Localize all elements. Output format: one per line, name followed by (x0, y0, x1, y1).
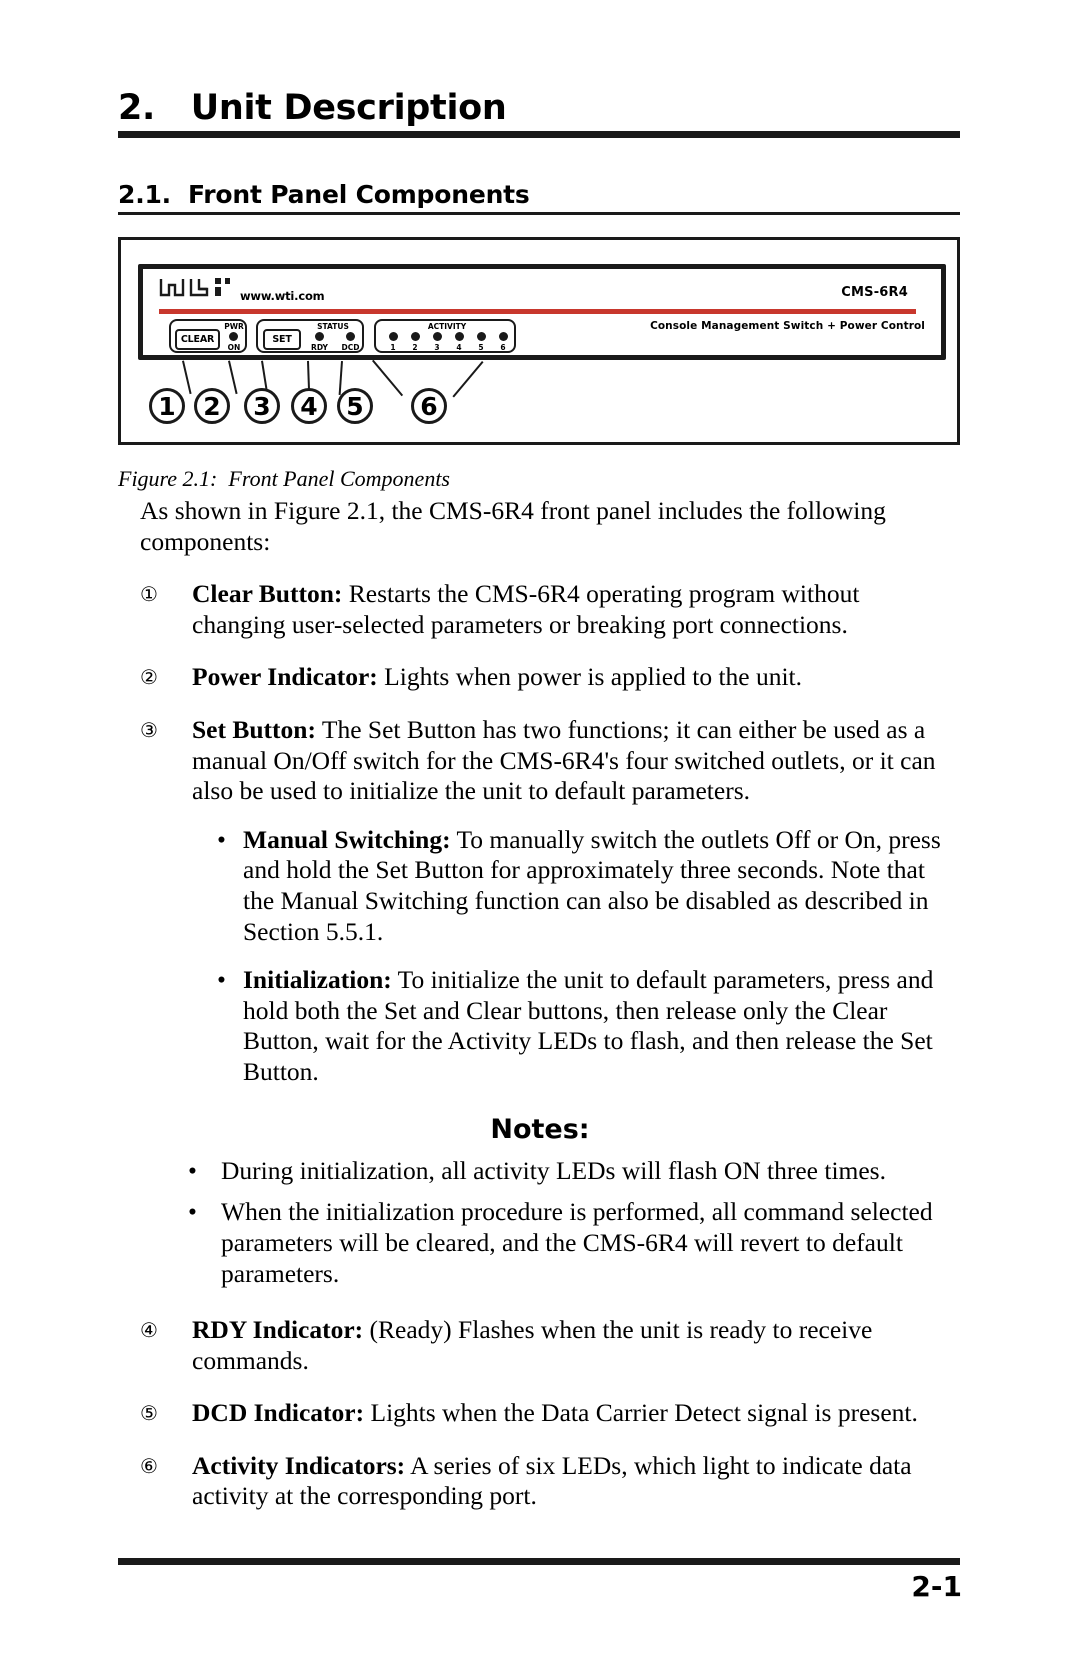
wti-logo-icon (159, 277, 231, 303)
panel-accent-stripe (159, 309, 916, 314)
leader-line-6a (372, 359, 404, 397)
on-label: ON (227, 343, 241, 352)
activity-port-label-5: 5 (478, 343, 484, 352)
body-content: As shown in Figure 2.1, the CMS-6R4 fron… (140, 496, 950, 1512)
item-body-5: DCD Indicator: Lights when the Data Carr… (192, 1398, 950, 1429)
pwr-label: PWR (224, 322, 244, 331)
activity-port-label-2: 2 (412, 343, 418, 352)
list-item: ④ RDY Indicator: (Ready) Flashes when th… (140, 1315, 950, 1376)
item-body-1: Clear Button: Restarts the CMS-6R4 opera… (192, 579, 950, 640)
list-item: ③ Set Button: The Set Button has two fun… (140, 715, 950, 807)
page-title: 2. Unit Description (118, 88, 507, 128)
bullet-icon: • (217, 965, 226, 995)
item-body-3: Set Button: The Set Button has two funct… (192, 715, 950, 807)
item-body-2: Power Indicator: Lights when power is ap… (192, 662, 950, 693)
callout-6: 6 (411, 388, 447, 424)
item-body-6: Activity Indicators: A series of six LED… (192, 1451, 950, 1512)
panel-model-name: CMS-6R4 (841, 285, 908, 300)
callout-3: 3 (244, 388, 280, 424)
activity-led-3-icon (433, 332, 442, 341)
activity-port-label-6: 6 (500, 343, 506, 352)
item-title-6: Activity Indicators: (192, 1450, 406, 1480)
subitem-title-1: Manual Switching: (243, 824, 451, 854)
rdy-led-icon (315, 332, 324, 341)
item-number-6: ⑥ (140, 1453, 158, 1478)
notes-heading: Notes: (490, 1113, 590, 1145)
leader-line-1 (182, 360, 192, 395)
note-item: • During initialization, all activity LE… (188, 1155, 950, 1186)
callout-1: 1 (149, 388, 185, 424)
subitem-body-2: Initialization: To initialize the unit t… (243, 965, 950, 1087)
chapter-divider (118, 130, 960, 138)
activity-led-6-icon (499, 332, 508, 341)
bullet-icon: • (188, 1155, 197, 1185)
item-title-1: Clear Button: (192, 579, 343, 609)
status-label: STATUS (317, 322, 349, 331)
item-number-3: ③ (140, 717, 158, 742)
set-status-group: SET STATUS RDY DCD (256, 319, 364, 353)
item-number-2: ② (140, 665, 158, 690)
power-led-icon (229, 332, 238, 341)
sub-list-item: • Initialization: To initialize the unit… (217, 965, 950, 1087)
leader-line-5 (338, 361, 343, 396)
bullet-icon: • (188, 1196, 197, 1226)
figure-frame: www.wti.com CMS-6R4 Console Management S… (118, 237, 960, 445)
activity-port-label-4: 4 (456, 343, 462, 352)
activity-led-group: ACTIVITY 1 2 3 4 5 6 (374, 319, 516, 353)
leader-line-2 (228, 360, 238, 395)
note-text-1: During initialization, all activity LEDs… (221, 1155, 886, 1185)
page-number: 2-1 (911, 1570, 962, 1603)
section-heading: 2.1. Front Panel Components (118, 180, 960, 215)
front-panel-illustration: www.wti.com CMS-6R4 Console Management S… (138, 264, 946, 360)
list-item: ① Clear Button: Restarts the CMS-6R4 ope… (140, 579, 950, 640)
note-item: • When the initialization procedure is p… (188, 1196, 950, 1289)
item-title-4: RDY Indicator: (192, 1314, 364, 1344)
subitem-title-2: Initialization: (243, 965, 392, 995)
panel-model-description: Console Management Switch + Power Contro… (650, 320, 925, 332)
subitem-body-1: Manual Switching: To manually switch the… (243, 825, 950, 947)
dcd-label: DCD (341, 343, 360, 352)
section-title: 2.1. Front Panel Components (118, 180, 530, 209)
panel-website-url: www.wti.com (240, 289, 325, 303)
chapter-heading: 2. Unit Description (118, 90, 960, 138)
callout-4: 4 (291, 388, 327, 424)
callout-5: 5 (337, 388, 373, 424)
callout-2: 2 (194, 388, 230, 424)
list-item: ② Power Indicator: Lights when power is … (140, 662, 950, 693)
item-body-4: RDY Indicator: (Ready) Flashes when the … (192, 1315, 950, 1376)
footer-divider (118, 1558, 960, 1565)
activity-label: ACTIVITY (427, 322, 467, 331)
item-title-3: Set Button: (192, 714, 316, 744)
item-text-5: Lights when the Data Carrier Detect sign… (364, 1398, 918, 1428)
activity-port-label-1: 1 (390, 343, 396, 352)
activity-port-label-3: 3 (434, 343, 440, 352)
document-page: 2. Unit Description 2.1. Front Panel Com… (0, 0, 1080, 1669)
bullet-icon: • (217, 824, 226, 854)
item-number-5: ⑤ (140, 1401, 158, 1426)
leader-line-6b (452, 361, 484, 398)
clear-button[interactable]: CLEAR (175, 329, 220, 350)
dcd-led-icon (346, 332, 355, 341)
item-text-2: Lights when power is applied to the unit… (377, 662, 803, 692)
item-title-5: DCD Indicator: (192, 1398, 365, 1428)
section-divider (118, 212, 960, 215)
list-item: ⑥ Activity Indicators: A series of six L… (140, 1451, 950, 1512)
figure-caption: Figure 2.1: Front Panel Components (118, 466, 450, 491)
activity-led-2-icon (411, 332, 420, 341)
rdy-label: RDY (311, 343, 328, 352)
activity-led-1-icon (389, 332, 398, 341)
intro-paragraph: As shown in Figure 2.1, the CMS-6R4 fron… (140, 496, 886, 556)
sub-list-item: • Manual Switching: To manually switch t… (217, 825, 950, 947)
activity-led-4-icon (455, 332, 464, 341)
item-number-4: ④ (140, 1317, 158, 1342)
item-title-2: Power Indicator: (192, 662, 378, 692)
item-number-1: ① (140, 582, 158, 607)
set-button[interactable]: SET (263, 329, 301, 350)
activity-led-5-icon (477, 332, 486, 341)
list-item: ⑤ DCD Indicator: Lights when the Data Ca… (140, 1398, 950, 1429)
clear-button-group: CLEAR PWR ON (169, 319, 247, 353)
note-text-2: When the initialization procedure is per… (221, 1196, 933, 1288)
